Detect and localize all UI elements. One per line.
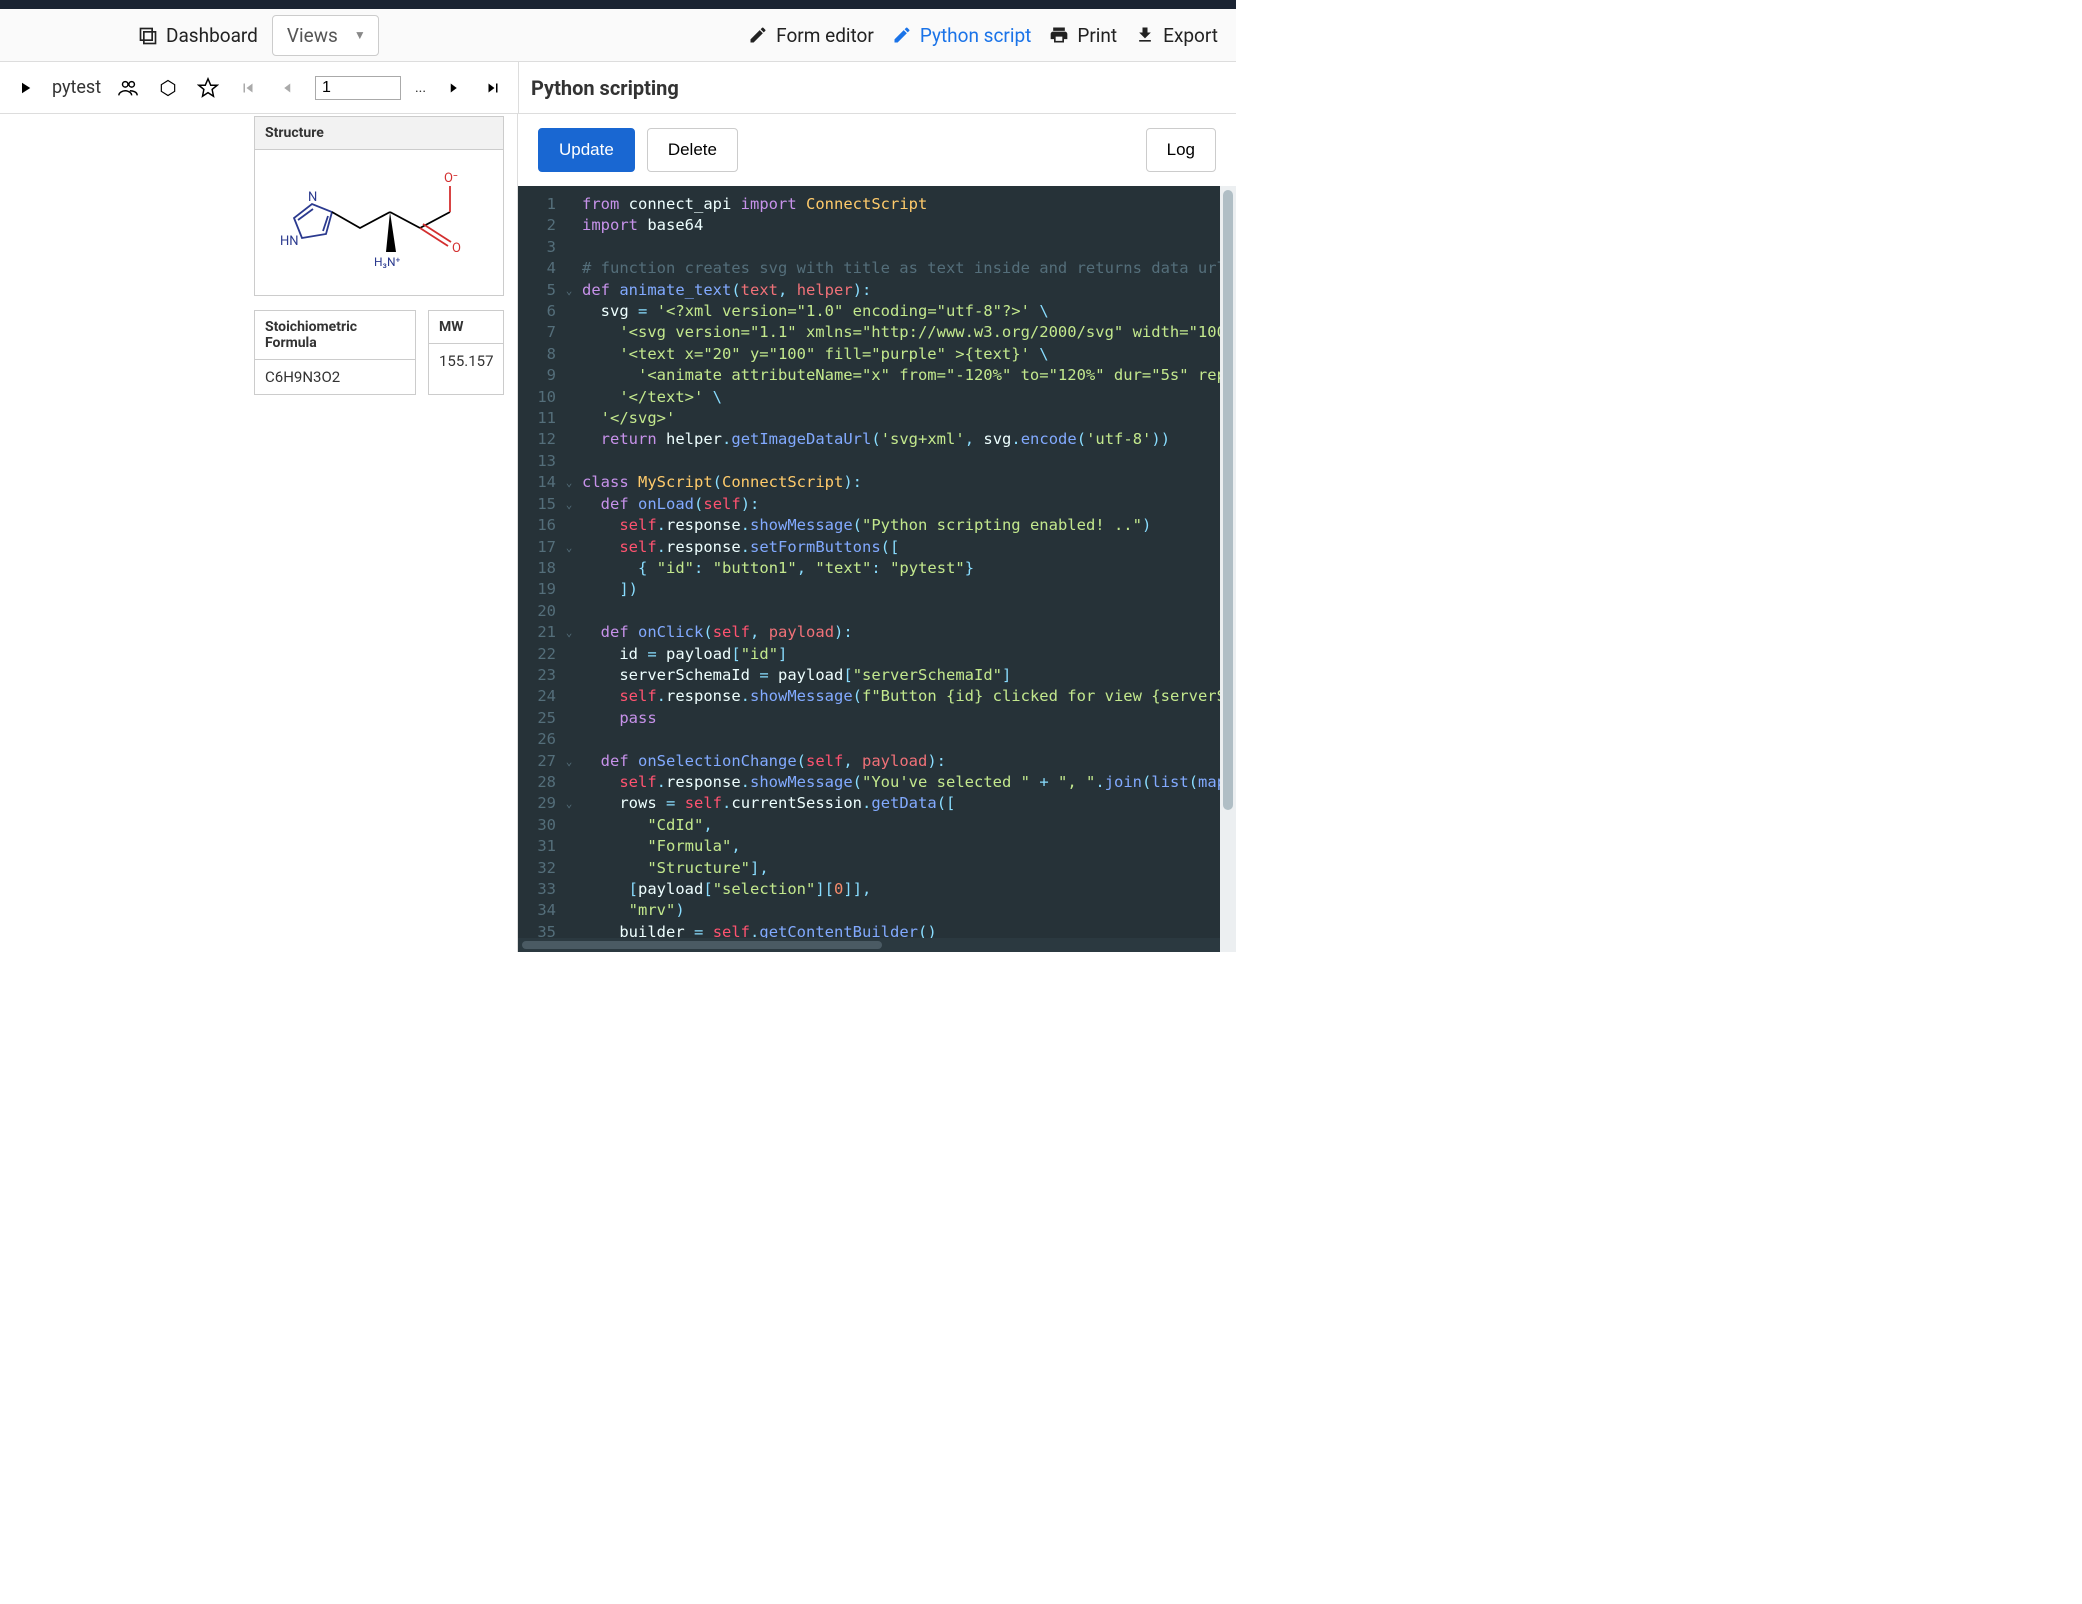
main-header: Dashboard Views ▼ Form editor Python scr…	[0, 9, 1236, 62]
update-button[interactable]: Update	[538, 128, 635, 172]
log-button[interactable]: Log	[1146, 128, 1216, 172]
left-toolbar: pytest ...	[0, 62, 518, 114]
editor-vertical-scrollbar[interactable]	[1220, 186, 1236, 952]
formula-value: C6H9N3O2	[255, 360, 415, 394]
window-top-strip	[0, 0, 1236, 9]
views-dropdown[interactable]: Views ▼	[272, 15, 379, 56]
go-first-icon[interactable]	[235, 75, 261, 101]
views-label: Views	[287, 24, 338, 47]
formula-header: Stoichiometric Formula	[255, 311, 415, 360]
atom-O-minus: O⁻	[444, 171, 458, 186]
go-next-icon[interactable]	[440, 75, 466, 101]
right-action-bar: Update Delete Log	[518, 114, 1236, 186]
delete-button[interactable]: Delete	[647, 128, 738, 172]
chevron-down-icon: ▼	[354, 28, 366, 42]
go-last-icon[interactable]	[480, 75, 506, 101]
dashboard-label: Dashboard	[166, 24, 258, 47]
export-label: Export	[1163, 24, 1218, 47]
editor-code-area[interactable]: from connect_api import ConnectScript im…	[576, 186, 1236, 938]
right-pane-title: Python scripting	[531, 76, 679, 100]
mw-value: 155.157	[429, 344, 503, 378]
export-link[interactable]: Export	[1135, 24, 1218, 47]
editor-gutter: 1234567891011121314151617181920212223242…	[518, 186, 562, 952]
molecule-icon[interactable]	[155, 75, 181, 101]
mw-cell: MW 155.157	[428, 310, 504, 395]
mw-header: MW	[429, 311, 503, 344]
structure-card-title: Structure	[255, 117, 503, 150]
print-label: Print	[1077, 24, 1117, 47]
dashboard-link[interactable]: Dashboard	[138, 24, 258, 47]
star-icon[interactable]	[195, 75, 221, 101]
right-pane: Update Delete Log 1234567891011121314151…	[518, 114, 1236, 952]
scrollbar-thumb[interactable]	[1223, 190, 1233, 810]
left-pane: Structure N HN	[0, 114, 518, 952]
pencil-icon	[892, 25, 912, 45]
structure-card: Structure N HN	[254, 116, 504, 296]
people-icon[interactable]	[115, 75, 141, 101]
formula-cell: Stoichiometric Formula C6H9N3O2	[254, 310, 416, 395]
page-number-input[interactable]	[315, 76, 401, 100]
atom-NH3: H₃N⁺	[374, 255, 401, 269]
code-editor[interactable]: 1234567891011121314151617181920212223242…	[518, 186, 1236, 952]
scrollbar-thumb[interactable]	[522, 941, 882, 949]
download-icon	[1135, 25, 1155, 45]
right-title-bar: Python scripting	[518, 62, 1236, 114]
print-icon	[1049, 25, 1069, 45]
page-ellipsis: ...	[415, 80, 426, 96]
dashboard-icon	[138, 25, 158, 45]
python-script-label: Python script	[920, 24, 1032, 47]
atom-N2: HN	[280, 234, 299, 249]
editor-horizontal-scrollbar[interactable]	[518, 938, 1220, 952]
print-link[interactable]: Print	[1049, 24, 1117, 47]
atom-N1: N	[308, 190, 317, 205]
atom-O: O	[452, 241, 461, 256]
form-editor-label: Form editor	[776, 24, 874, 47]
toolbar-title: pytest	[52, 77, 101, 98]
pencil-icon	[748, 25, 768, 45]
structure-drawing[interactable]: N HN H₃N⁺	[255, 150, 503, 295]
go-prev-icon[interactable]	[275, 75, 301, 101]
python-script-link[interactable]: Python script	[892, 24, 1032, 47]
editor-fold-gutter[interactable]: ⌄ ⌄⌄ ⌄ ⌄ ⌄ ⌄	[562, 186, 576, 952]
form-editor-link[interactable]: Form editor	[748, 24, 874, 47]
main-area: Structure N HN	[0, 114, 1236, 952]
play-icon[interactable]	[12, 75, 38, 101]
